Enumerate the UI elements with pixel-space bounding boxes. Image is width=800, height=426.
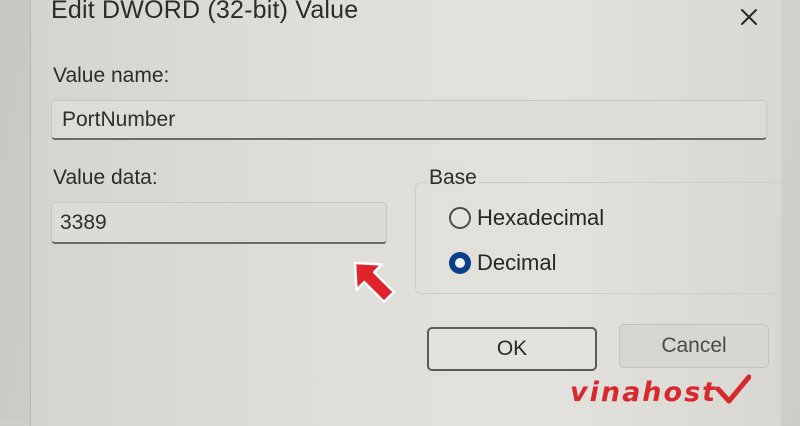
checkmark-icon (715, 374, 752, 404)
cancel-button[interactable]: Cancel (619, 324, 769, 368)
watermark-text: vinahost (570, 377, 718, 408)
value-data-label: Value data: (53, 166, 158, 189)
watermark: vinahost (570, 374, 752, 408)
value-name-label: Value name: (53, 64, 170, 87)
radio-hexadecimal[interactable]: Hexadecimal (449, 205, 604, 231)
radio-hexadecimal-label: Hexadecimal (477, 205, 605, 230)
screen: Edit DWORD (32-bit) Value Value name: Va… (0, 0, 800, 426)
base-group (415, 182, 782, 294)
value-name-input[interactable] (51, 100, 767, 140)
edit-dword-dialog: Edit DWORD (32-bit) Value Value name: Va… (30, 0, 782, 426)
radio-decimal-label: Decimal (477, 250, 557, 275)
ok-button[interactable]: OK (427, 327, 597, 371)
radio-selected-icon (449, 252, 471, 274)
radio-decimal[interactable]: Decimal (449, 250, 556, 276)
base-legend: Base (427, 166, 479, 190)
dialog-title: Edit DWORD (32-bit) Value (51, 0, 359, 24)
radio-unselected-icon (449, 207, 471, 229)
close-button[interactable] (729, 0, 769, 34)
close-icon (741, 9, 757, 25)
value-data-input[interactable] (51, 202, 387, 244)
red-arrow-icon (353, 261, 396, 304)
